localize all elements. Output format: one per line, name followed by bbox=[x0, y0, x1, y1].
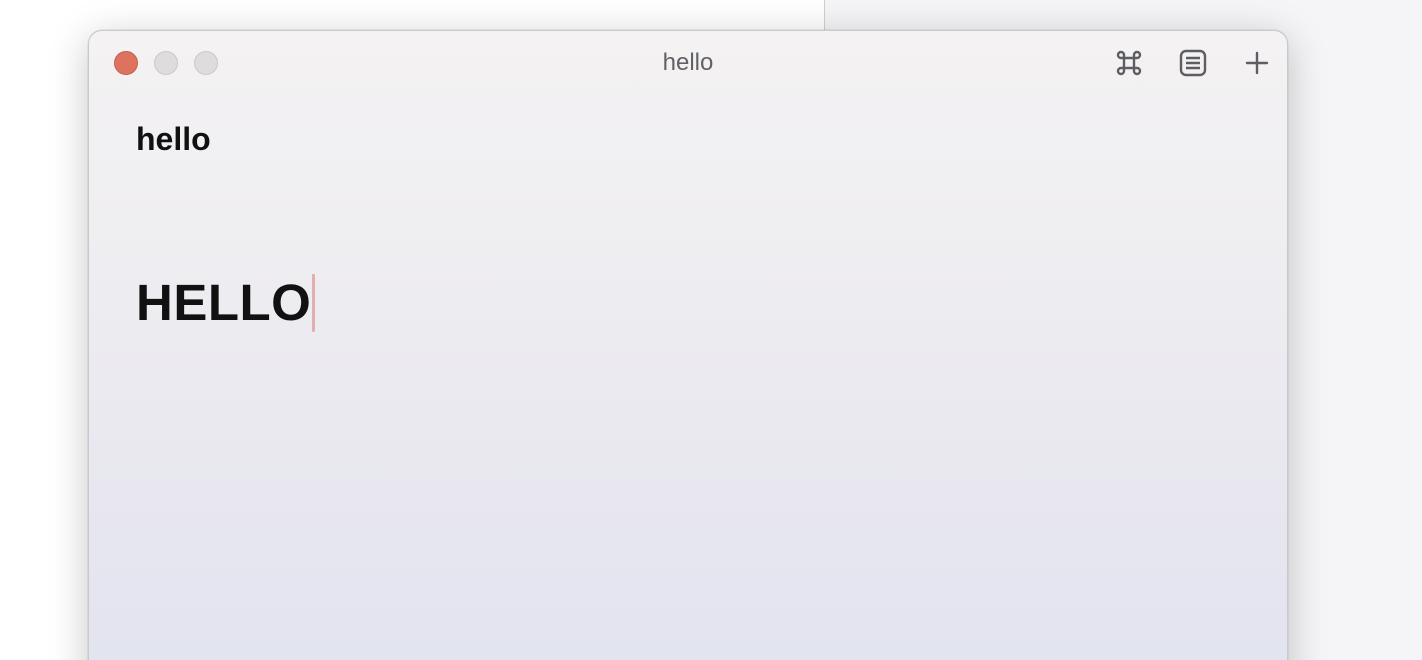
list-icon[interactable] bbox=[1175, 45, 1211, 81]
text-caret bbox=[312, 273, 316, 332]
text-editor[interactable]: hello HELLO bbox=[89, 95, 1287, 660]
command-icon[interactable] bbox=[1111, 45, 1147, 81]
window-title: hello bbox=[662, 49, 714, 76]
document-body-line[interactable]: HELLO bbox=[136, 273, 316, 332]
document-body-text[interactable]: HELLO bbox=[136, 273, 311, 332]
title-bar: hello bbox=[89, 31, 1287, 95]
app-window: hello hello HELLO bbox=[88, 30, 1288, 660]
desktop: hello hello HELLO bbox=[0, 0, 1422, 660]
plus-icon[interactable] bbox=[1239, 45, 1275, 81]
document-heading[interactable]: hello bbox=[136, 121, 211, 158]
